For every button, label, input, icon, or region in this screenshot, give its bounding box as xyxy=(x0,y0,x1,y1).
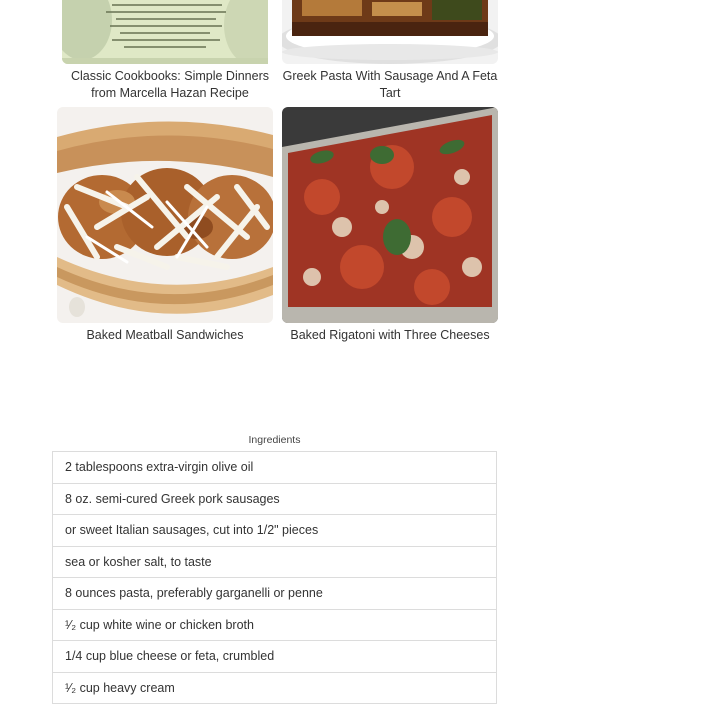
recipe-title[interactable]: Greek Pasta With Sausage And A Feta Tart xyxy=(278,68,502,102)
table-row: 1/4 cup blue cheese or feta, crumbled xyxy=(52,640,497,673)
recipe-title[interactable]: Classic Cookbooks: Simple Dinners from M… xyxy=(58,68,282,102)
table-row: ¹⁄₂ cup white wine or chicken broth xyxy=(52,608,497,641)
table-row: 8 oz. semi-cured Greek pork sausages xyxy=(52,482,497,515)
recipe-image-cookbook[interactable] xyxy=(62,0,278,64)
ingredient-item: 8 ounces pasta, preferably garganelli or… xyxy=(52,577,497,610)
ingredient-item: or sweet Italian sausages, cut into 1/2"… xyxy=(52,514,497,547)
ingredients-section: Ingredients 2 tablespoons extra-virgin o… xyxy=(52,433,497,704)
ingredient-item: ¹⁄₂ cup heavy cream xyxy=(52,671,497,704)
recipe-title[interactable]: Baked Meatball Sandwiches xyxy=(57,327,273,344)
table-row: 8 ounces pasta, preferably garganelli or… xyxy=(52,577,497,610)
recipe-image-meatball[interactable] xyxy=(57,107,273,323)
ingredient-item: 2 tablespoons extra-virgin olive oil xyxy=(52,451,497,484)
ingredient-item: 1/4 cup blue cheese or feta, crumbled xyxy=(52,640,497,673)
ingredient-item: sea or kosher salt, to taste xyxy=(52,545,497,578)
ingredients-table: 2 tablespoons extra-virgin olive oil 8 o… xyxy=(52,451,497,704)
recipe-card-rigatoni[interactable]: Baked Rigatoni with Three Cheeses xyxy=(282,107,498,344)
ingredient-item: 8 oz. semi-cured Greek pork sausages xyxy=(52,482,497,515)
ingredient-item: ¹⁄₂ cup white wine or chicken broth xyxy=(52,608,497,641)
recipe-card-greek-pasta[interactable]: Greek Pasta With Sausage And A Feta Tart xyxy=(282,0,498,100)
recipe-image-rigatoni[interactable] xyxy=(282,107,498,323)
recipe-image-greek-pasta[interactable] xyxy=(282,0,498,64)
table-row: sea or kosher salt, to taste xyxy=(52,545,497,578)
table-row: 2 tablespoons extra-virgin olive oil xyxy=(52,451,497,484)
recipe-title[interactable]: Baked Rigatoni with Three Cheeses xyxy=(282,327,498,344)
table-row: or sweet Italian sausages, cut into 1/2"… xyxy=(52,514,497,547)
recipe-card-cookbook[interactable]: Classic Cookbooks: Simple Dinners from M… xyxy=(62,0,278,100)
table-row: ¹⁄₂ cup heavy cream xyxy=(52,671,497,704)
ingredients-title: Ingredients xyxy=(248,434,301,446)
recipe-card-meatball[interactable]: Baked Meatball Sandwiches xyxy=(57,107,273,344)
